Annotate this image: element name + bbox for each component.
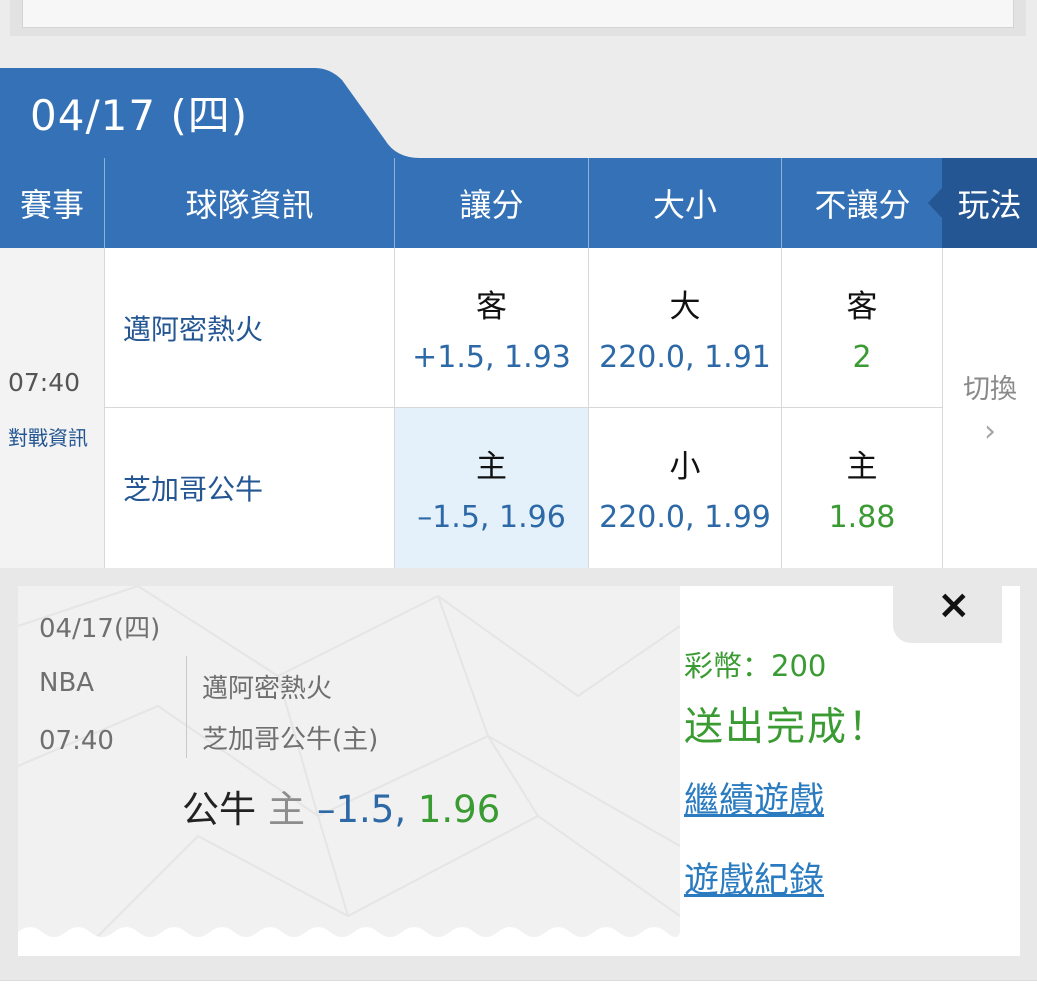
header-event: 賽事 <box>0 158 105 248</box>
continue-game-link[interactable]: 繼續遊戲 <box>684 772 824 823</box>
game-time: 07:40 <box>8 368 81 397</box>
spread-home-odds[interactable]: 主 –1.5, 1.96 <box>395 408 589 568</box>
ticket-detail-panel: 04/17(四) NBA 07:40 邁阿密熱火 芝加哥公牛(主) 公牛主 –1.… <box>18 586 680 956</box>
coin-balance: 彩幣：200 <box>684 649 827 683</box>
game-row: 07:40 對戰資訊 邁阿密熱火 芝加哥公牛 客 +1.5, 1.93 主 –1… <box>0 248 1037 568</box>
pick-team: 公牛 <box>182 788 256 831</box>
header-spread: 讓分 <box>395 158 589 248</box>
event-column: 07:40 對戰資訊 <box>0 248 105 568</box>
spread-away-odds[interactable]: 客 +1.5, 1.93 <box>395 248 589 408</box>
total-over-label: 大 <box>669 288 701 325</box>
ticket-away-team: 邁阿密熱火 <box>202 674 333 704</box>
spread-away-value: +1.5, 1.93 <box>412 339 571 375</box>
odds-header: 賽事 球隊資訊 讓分 大小 不讓分 玩法 <box>0 158 1037 248</box>
pick-side: 主 <box>268 788 305 831</box>
next-section <box>0 980 1037 1001</box>
ticket-league: NBA <box>39 668 95 698</box>
close-icon[interactable]: × <box>937 582 971 628</box>
spread-home-label: 主 <box>476 449 507 485</box>
total-over-value: 220.0, 1.91 <box>599 339 771 375</box>
pick-price: 1.96 <box>417 788 501 831</box>
bet-ticket: 04/17(四) NBA 07:40 邁阿密熱火 芝加哥公牛(主) 公牛主 –1.… <box>18 586 1020 956</box>
date-label: 04/17 (四) <box>30 91 249 140</box>
moneyline-home-label: 主 <box>846 449 878 485</box>
pick-line: –1.5, <box>317 788 407 831</box>
switch-view-button[interactable]: 切換 › <box>943 248 1037 568</box>
spread-away-label: 客 <box>476 288 507 325</box>
moneyline-away-odds[interactable]: 客 2 <box>782 248 943 408</box>
away-team-name: 邁阿密熱火 <box>105 248 395 408</box>
ticket-time: 07:40 <box>39 726 114 756</box>
bet-confirmation-area: 04/17(四) NBA 07:40 邁阿密熱火 芝加哥公牛(主) 公牛主 –1.… <box>0 568 1037 980</box>
matchup-info-link[interactable]: 對戰資訊 <box>8 422 88 451</box>
ticket-pick: 公牛主 –1.5, 1.96 <box>182 779 500 833</box>
ticket-home-team: 芝加哥公牛(主) <box>202 725 379 755</box>
play-type-button[interactable]: 玩法 <box>928 158 1037 248</box>
home-team-name: 芝加哥公牛 <box>105 408 395 568</box>
total-under-label: 小 <box>669 449 701 485</box>
moneyline-home-value: 1.88 <box>828 500 896 535</box>
moneyline-away-value: 2 <box>852 339 872 375</box>
previous-card <box>10 0 1026 36</box>
header-team-info: 球隊資訊 <box>105 158 395 248</box>
total-under-odds[interactable]: 小 220.0, 1.99 <box>589 408 782 568</box>
switch-label: 切換 <box>963 374 1017 405</box>
total-over-odds[interactable]: 大 220.0, 1.91 <box>589 248 782 408</box>
total-under-value: 220.0, 1.99 <box>599 500 771 535</box>
moneyline-away-label: 客 <box>846 288 878 325</box>
ticket-divider <box>186 656 187 758</box>
chevron-right-icon: › <box>984 414 996 449</box>
moneyline-home-odds[interactable]: 主 1.88 <box>782 408 943 568</box>
submit-complete-message: 送出完成！ <box>684 705 890 750</box>
header-total: 大小 <box>589 158 782 248</box>
previous-card-inner <box>22 0 1014 28</box>
spread-home-value: –1.5, 1.96 <box>417 500 566 535</box>
ticket-date: 04/17(四) <box>39 614 161 644</box>
game-history-link[interactable]: 遊戲紀錄 <box>684 852 824 903</box>
header-moneyline: 不讓分 <box>814 186 911 224</box>
